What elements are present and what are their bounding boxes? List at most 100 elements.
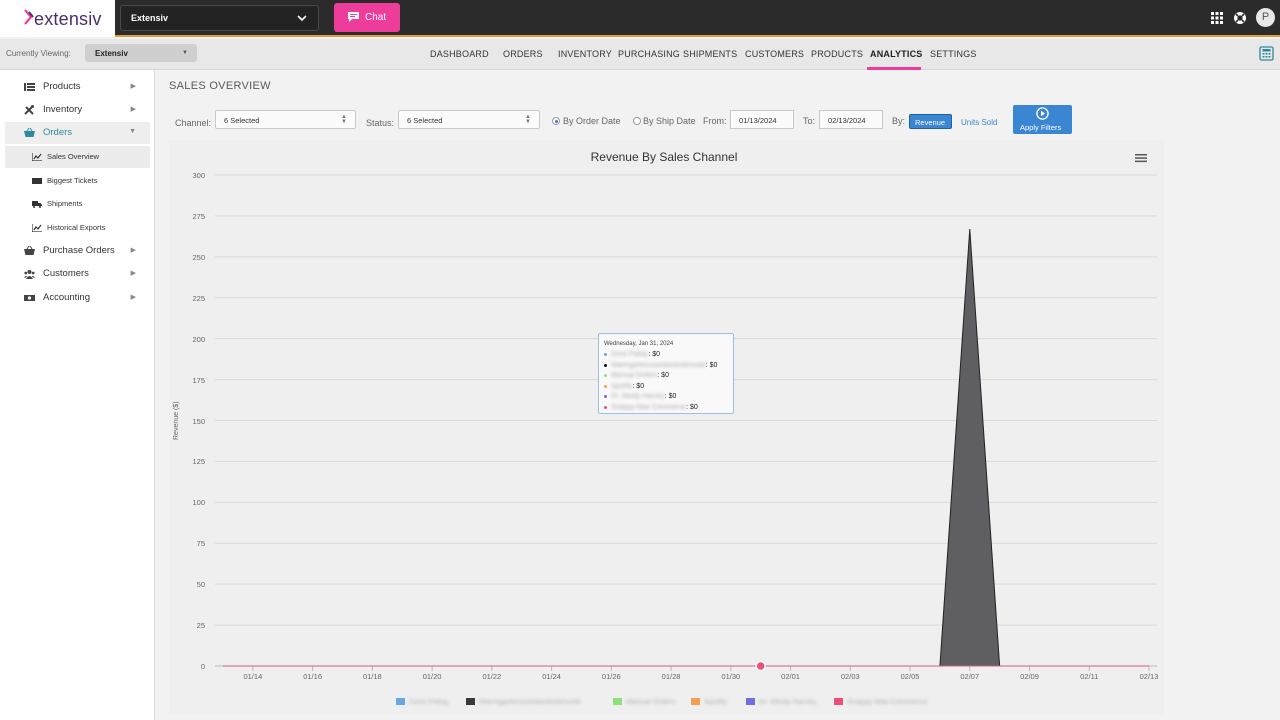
x-tick-label: 02/13 [1139,672,1159,681]
select-arrows-icon: ▲ ▼ [341,114,347,125]
status-select[interactable]: 6 Selected ▲ ▼ [398,110,540,129]
tooltip-row: Manual Orders: $0 [604,372,669,382]
user-avatar[interactable]: P [1256,8,1275,27]
by-ship-date-radio[interactable] [633,117,641,125]
x-tick-label: 01/24 [542,672,561,681]
channel-select[interactable]: 6 Selected ▲ ▼ [215,110,356,129]
sidebar-item-purchase-orders[interactable]: Purchase Orders ▶ [5,240,150,262]
sidebar-item-label: Purchase Orders [43,245,115,256]
account-select-value: Extensiv [131,13,169,23]
y-tick-label: 75 [196,539,205,549]
series-area[interactable] [223,228,1149,667]
y-tick-label: 125 [192,457,205,467]
top-bar: extensiv Extensiv Chat P [0,0,1280,37]
sidebar-item-inventory[interactable]: Inventory ▶ [5,99,150,121]
money-icon [24,295,35,301]
page-title: SALES OVERVIEW [169,80,271,92]
tooltip-row: Snappy Max Commerce: $0 [604,404,698,414]
y-tick-label: 250 [192,252,205,262]
tools-icon [24,105,34,115]
chat-button[interactable]: Chat [334,3,400,32]
select-arrows-icon: ▲ ▼ [525,114,531,125]
nav-inventory[interactable]: INVENTORY [558,49,612,59]
help-lifebuoy-icon[interactable] [1233,11,1247,25]
legend-swatch [834,698,843,705]
chevron-right-icon: ▶ [130,270,136,277]
tooltip-row: Zone Paltay: $0 [604,351,660,361]
tooltip-series-value: : $0 [648,351,661,358]
tooltip-header: Wednesday, Jan 31, 2024 [604,341,674,347]
x-tick-label: 02/05 [900,672,920,681]
sidebar-item-label: Products [43,81,81,92]
tooltip-series-name: Manual Orders [611,372,658,379]
nav-settings[interactable]: SETTINGS [930,49,977,59]
nav-orders[interactable]: ORDERS [503,49,543,59]
x-tick-label: 01/14 [243,672,263,681]
y-tick-label: 25 [196,621,205,631]
sidebar-item-orders[interactable]: Orders ▼ [5,122,150,144]
x-tick-label: 02/03 [840,672,860,681]
by-ship-date-label[interactable]: By Ship Date [643,116,696,126]
nav-products[interactable]: PRODUCTS [811,49,863,59]
account-select[interactable]: Extensiv [120,5,319,31]
currently-viewing-select[interactable]: Extensiv ▼ [85,44,197,62]
nav-shipments[interactable]: SHIPMENTS [683,49,737,59]
tooltip-series-value: : $0 [705,361,718,369]
to-label: To: [803,116,816,126]
sidebar-item-products[interactable]: Products ▶ [5,76,150,98]
calculator-icon[interactable] [1259,46,1274,61]
main-nav: Currently Viewing: Extensiv ▼ DASHBOARD … [0,39,1280,70]
sidebar-subitem-label: Historical Exports [47,223,106,232]
y-tick-label: 100 [192,498,205,508]
legend-swatch [396,698,405,705]
from-date-input[interactable]: 01/13/2024 [730,110,794,129]
units-sold-toggle[interactable]: Units Sold [961,118,997,127]
chevron-right-icon: ▶ [130,247,136,254]
chevron-down-icon: ▼ [129,128,136,135]
legend-swatch [466,698,475,705]
x-tick-label: 02/09 [1020,672,1039,681]
caret-down-icon: ▼ [182,50,188,56]
y-tick-label: 200 [192,334,205,344]
logo[interactable]: extensiv [0,0,115,37]
by-order-date-radio[interactable] [552,117,560,125]
sidebar-subitem-biggest-tickets[interactable]: Biggest Tickets [5,170,150,192]
to-date-input[interactable]: 02/13/2024 [819,110,883,129]
tooltip-row: Dr. Mindy Harvey: $0 [604,393,676,403]
sidebar-item-customers[interactable]: Customers ▶ [5,263,150,285]
tooltip-series-name: Zone Paltay [611,351,649,358]
tooltip-series-name: Dr. Mindy Harvey [611,393,665,400]
series-dot-icon [604,374,607,377]
sidebar-subitem-historical-exports[interactable]: Historical Exports [5,217,150,239]
series-dot-icon [604,384,607,388]
nav-dashboard[interactable]: DASHBOARD [430,49,489,59]
x-tick-label: 01/22 [482,672,502,681]
sidebar-item-accounting[interactable]: Accounting ▶ [5,287,150,309]
tooltip-series-value: : $0 [664,393,677,400]
apps-grid-icon[interactable] [1210,11,1224,25]
chat-bubble-icon [348,12,359,22]
currently-viewing-value: Extensiv [95,49,128,58]
revenue-toggle-button[interactable]: Revenue [909,114,952,129]
nav-purchasing[interactable]: PURCHASING [618,49,680,59]
y-tick-label: 275 [192,211,205,221]
sidebar-subitem-sales-overview[interactable]: Sales Overview [5,146,150,168]
legend-label: Manual Orders [626,697,676,706]
legend-label: Dr. Mindy Harvey [759,697,817,706]
status-label: Status: [366,118,395,128]
hover-point-marker[interactable] [755,660,766,672]
from-label: From: [703,116,727,126]
y-tick-label: 300 [192,171,205,180]
tooltip-row: Spotify: $0 [604,383,644,393]
tooltip-series-value: : $0 [657,372,669,379]
sidebar-item-label: Inventory [43,104,83,115]
sidebar-subitem-shipments[interactable]: Shipments [5,193,150,215]
by-order-date-label[interactable]: By Order Date [563,116,621,126]
active-tab-indicator [867,67,921,70]
nav-customers[interactable]: CUSTOMERS [745,49,804,59]
nav-analytics[interactable]: ANALYTICS [870,49,922,59]
tooltip-series-value: : $0 [632,382,645,390]
by-label: By: [892,116,906,126]
currently-viewing-label: Currently Viewing: [6,49,71,58]
apply-filters-button[interactable]: Apply Filters [1013,105,1072,134]
